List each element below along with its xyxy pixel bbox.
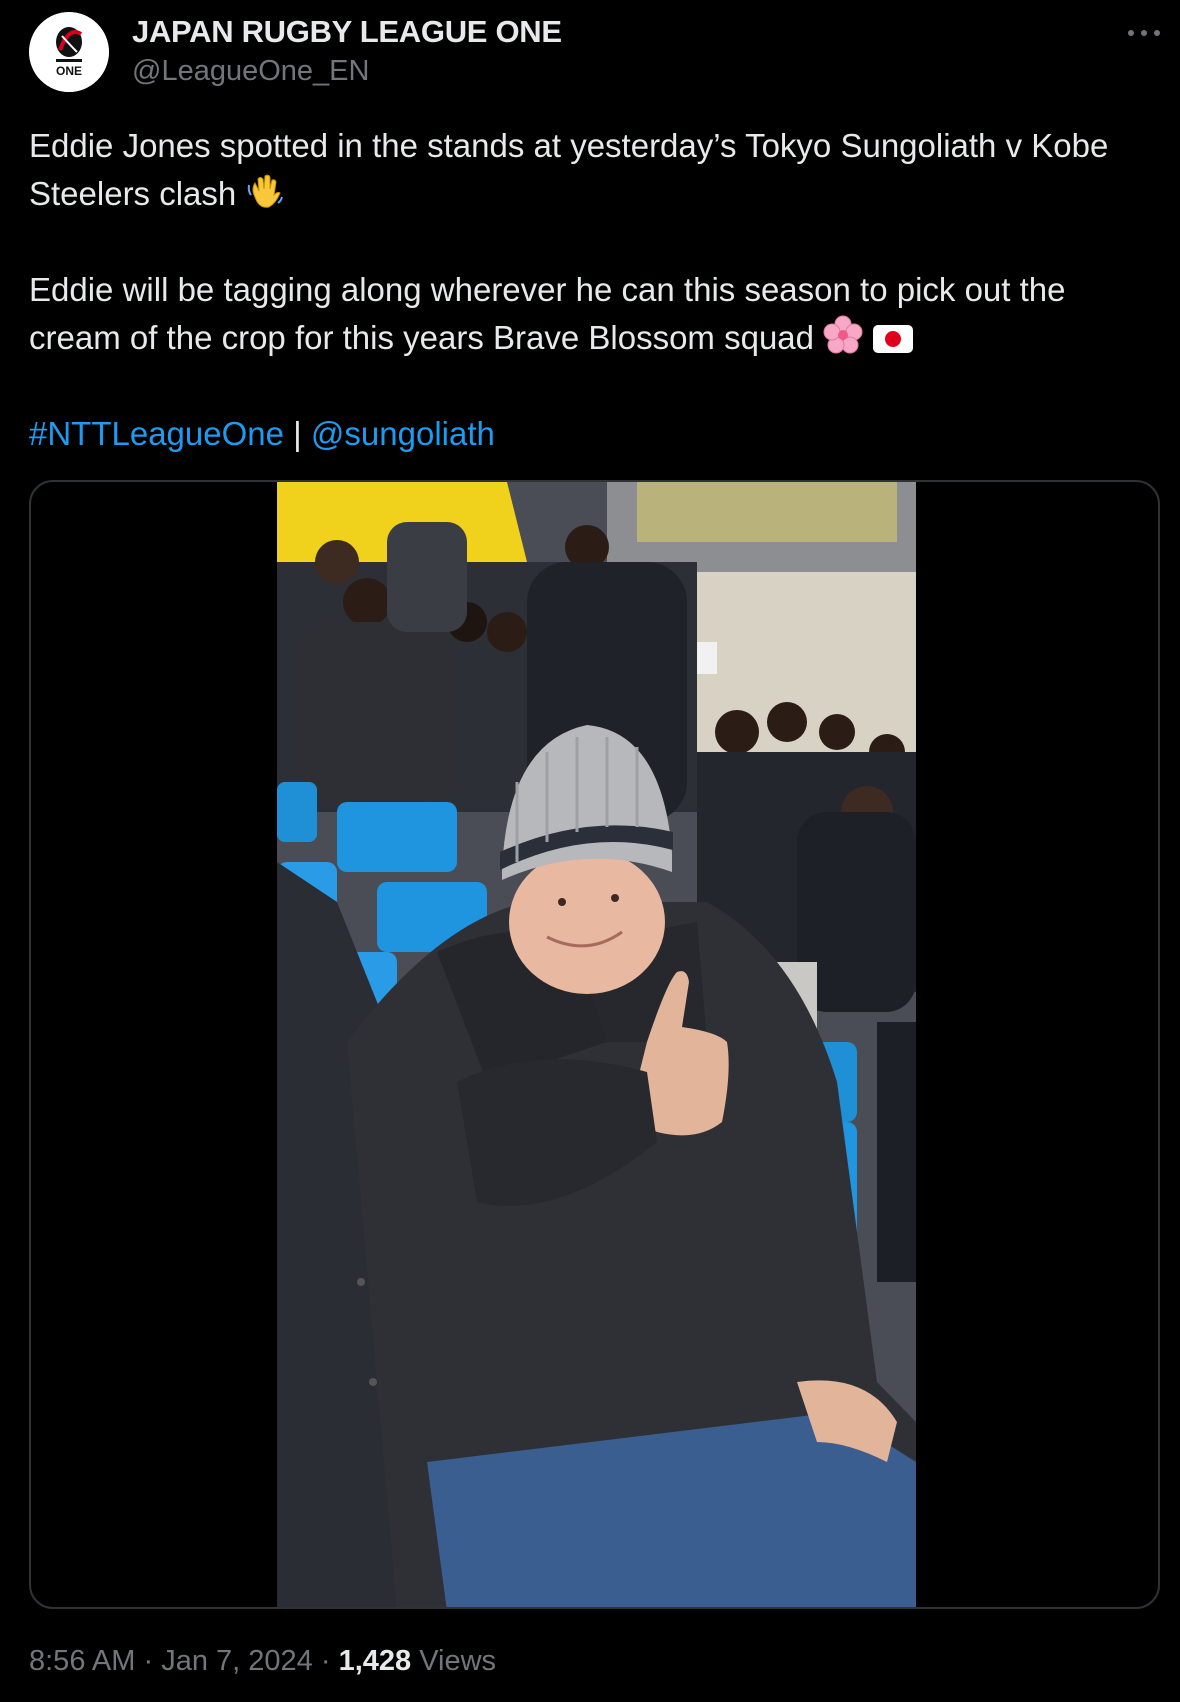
author-avatar[interactable]: ONE xyxy=(29,12,109,92)
views-count: 1,428 xyxy=(338,1645,412,1677)
japan-flag-icon xyxy=(873,325,914,353)
tweet-line-1: Eddie Jones spotted in the stands at yes… xyxy=(29,127,1109,212)
mention-link[interactable]: @sungoliath xyxy=(311,415,495,452)
views-label: Views xyxy=(419,1645,497,1677)
author-handle[interactable]: @LeagueOne_EN xyxy=(132,55,369,88)
tweet-media-video[interactable] xyxy=(29,480,1160,1609)
hashtag-link[interactable]: #NTTLeagueOne xyxy=(29,415,284,452)
avatar-logo-text: ONE xyxy=(56,64,82,78)
tweet-date[interactable]: Jan 7, 2024 xyxy=(161,1645,313,1677)
tweet-text: Eddie Jones spotted in the stands at yes… xyxy=(29,122,1154,458)
tag-separator: | xyxy=(293,415,302,452)
cherry-blossom-icon xyxy=(823,315,863,354)
tweet-time[interactable]: 8:56 AM xyxy=(29,1645,135,1677)
league-one-logo-icon: ONE xyxy=(29,12,109,92)
author-display-name[interactable]: JAPAN RUGBY LEAGUE ONE xyxy=(132,14,562,50)
meta-separator: · xyxy=(320,1645,331,1677)
tweet-meta: 8:56 AM · Jan 7, 2024 · 1,428 Views xyxy=(29,1645,496,1678)
more-options-icon[interactable] xyxy=(1124,18,1164,48)
tweet-paragraph-1: Eddie Jones spotted in the stands at yes… xyxy=(29,122,1154,218)
tweet-paragraph-2: Eddie will be tagging along wherever he … xyxy=(29,266,1154,362)
waving-hand-icon xyxy=(248,174,284,208)
stadium-photo-image xyxy=(277,482,916,1607)
meta-separator: · xyxy=(143,1645,154,1677)
tweet-tags: #NTTLeagueOne | @sungoliath xyxy=(29,410,1154,458)
